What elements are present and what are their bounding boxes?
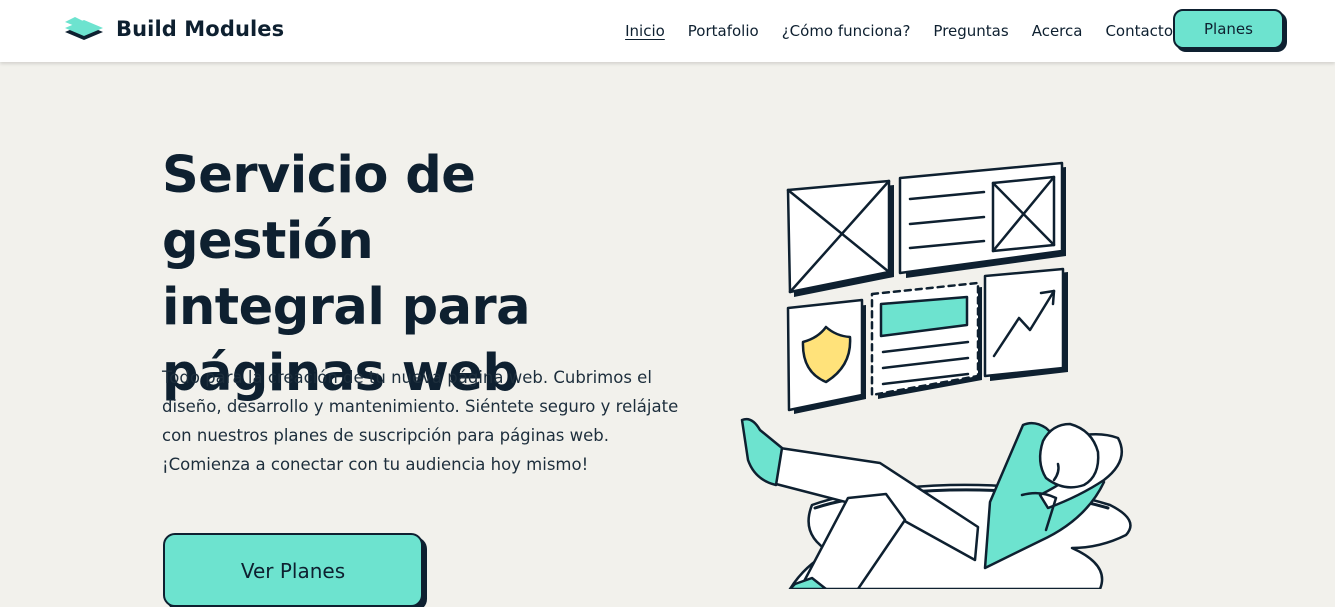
main-nav: Inicio Portafolio ¿Cómo funciona? Pregun… — [602, 0, 1173, 62]
nav-item-como-funciona[interactable]: ¿Cómo funciona? — [782, 22, 911, 40]
nav-item-portafolio[interactable]: Portafolio — [688, 22, 759, 40]
dashed-content-module-icon — [870, 281, 982, 399]
growth-chart-module-icon — [983, 267, 1068, 381]
text-card-module-icon — [898, 161, 1066, 278]
hero-description-line: Todo para la creación de tu nueva página… — [162, 368, 652, 387]
nav-item-contacto[interactable]: Contacto — [1105, 22, 1173, 40]
nav-item-acerca[interactable]: Acerca — [1032, 22, 1083, 40]
hero-description-line: con nuestros planes de suscripción para … — [162, 426, 610, 445]
view-plans-button[interactable]: Ver Planes — [163, 533, 423, 607]
top-navigation-bar: Build Modules Inicio Portafolio ¿Cómo fu… — [0, 0, 1335, 62]
stacked-layers-logo-icon — [65, 17, 103, 40]
brand-name: Build Modules — [116, 17, 285, 41]
hero-description-line: diseño, desarrollo y mantenimiento. Sién… — [162, 397, 679, 416]
image-placeholder-module-icon — [786, 179, 894, 297]
hero-description-line: ¡Comienza a conectar con tu audiencia ho… — [162, 455, 589, 474]
brand-logo-link[interactable]: Build Modules — [63, 13, 284, 45]
hero-title-line: Servicio de gestión — [162, 146, 476, 271]
nav-item-inicio[interactable]: Inicio — [625, 22, 665, 40]
relaxing-person-with-web-modules-illustration — [740, 161, 1132, 589]
hero-description: Todo para la creación de tu nueva página… — [162, 363, 682, 479]
security-shield-module-icon — [786, 298, 866, 414]
plans-button[interactable]: Planes — [1173, 9, 1284, 49]
hero-title-line: integral para — [162, 278, 531, 337]
nav-item-preguntas[interactable]: Preguntas — [933, 22, 1008, 40]
